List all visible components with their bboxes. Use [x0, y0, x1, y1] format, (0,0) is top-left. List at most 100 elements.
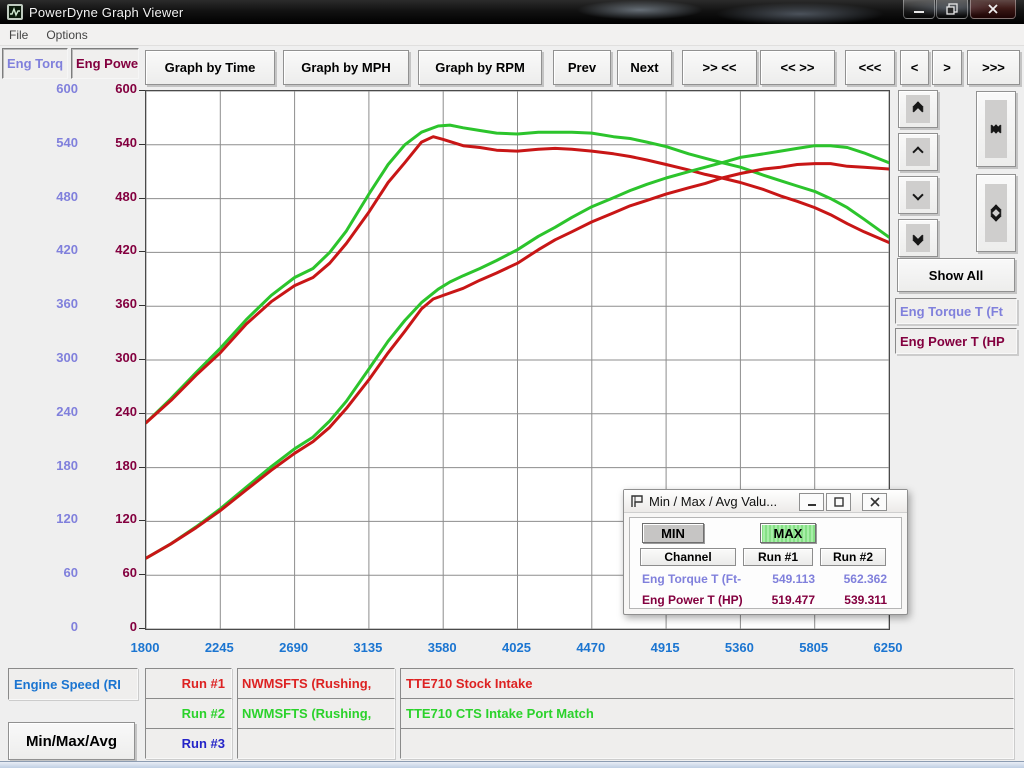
zoom-in-vertical-button[interactable] [976, 91, 1016, 167]
zoom-in-horizontal-button[interactable]: >> << [682, 50, 757, 85]
app-icon [7, 4, 23, 20]
chevron-up-icon [906, 138, 930, 166]
minmax-row-run1-value: 519.477 [735, 593, 815, 607]
minmax-window-icon [630, 494, 645, 508]
zoom-out-vertical-button[interactable] [976, 174, 1016, 252]
torque-axis-tick-label: 60 [18, 565, 78, 580]
menu-options[interactable]: Options [37, 26, 96, 44]
scroll-up-button[interactable] [898, 133, 938, 171]
minmax-close-button[interactable] [862, 493, 887, 511]
minmax-header-run2-label: Run #2 [833, 550, 873, 564]
torque-axis-tick-label: 600 [18, 81, 78, 96]
max-button-label: MAX [774, 526, 803, 541]
minmax-row: Eng Torque T (Ft-549.113562.362 [640, 572, 893, 589]
channel-button-power[interactable]: Eng Powe [71, 48, 139, 79]
rpm-axis-tick-label: 2245 [187, 640, 251, 655]
run-description-field-3 [400, 728, 1014, 759]
x-axis-channel-text: Engine Speed (RI [14, 677, 121, 692]
run-description-field-2: TTE710 CTS Intake Port Match [400, 698, 1014, 729]
graph-by-mph-button[interactable]: Graph by MPH [283, 50, 409, 85]
x-axis-channel-label[interactable]: Engine Speed (RI [8, 668, 138, 700]
run-label-1[interactable]: Run #1 [145, 668, 232, 699]
min-button[interactable]: MIN [642, 523, 704, 543]
graph-by-time-button[interactable]: Graph by Time [145, 50, 275, 85]
show-all-button[interactable]: Show All [897, 258, 1015, 292]
scroll-left-button[interactable]: < [900, 50, 929, 85]
scroll-down-button[interactable] [898, 176, 938, 214]
rpm-axis-tick-label: 1800 [113, 640, 177, 655]
run-description-field-1: TTE710 Stock Intake [400, 668, 1014, 699]
channel-button-power-label: Eng Powe [76, 56, 138, 71]
chevrons-expand-icon [985, 184, 1007, 242]
minmax-maximize-button[interactable] [826, 493, 851, 511]
channel-button-torque[interactable]: Eng Torq [2, 48, 68, 79]
title-bar[interactable]: PowerDyne Graph Viewer [0, 0, 1024, 24]
power-channel-text: Eng Power T (HP [900, 334, 1005, 349]
run-label-3[interactable]: Run #3 [145, 728, 232, 759]
max-button[interactable]: MAX [760, 523, 816, 543]
scroll-far-right-button[interactable]: >>> [967, 50, 1020, 85]
show-all-label: Show All [929, 268, 983, 283]
power-axis-tick-label: 0 [77, 619, 137, 634]
minmax-header-run1[interactable]: Run #1 [743, 548, 813, 566]
power-axis-tick-label: 300 [77, 350, 137, 365]
minmax-row: Eng Power T (HP)519.477539.311 [640, 593, 893, 610]
chevron-triple-up-icon [906, 95, 930, 123]
maximize-button[interactable] [936, 0, 968, 19]
power-channel-label[interactable]: Eng Power T (HP [895, 328, 1017, 354]
torque-axis-tick-label: 240 [18, 404, 78, 419]
next-button[interactable]: Next [617, 50, 672, 85]
torque-axis-tick-label: 120 [18, 511, 78, 526]
chevron-down-icon [912, 189, 923, 200]
rpm-axis-tick-label: 2690 [262, 640, 326, 655]
power-axis-tick-label: 360 [77, 296, 137, 311]
power-axis-tick-label: 120 [77, 511, 137, 526]
torque-channel-label[interactable]: Eng Torque T (Ft [895, 298, 1017, 324]
rpm-axis-tick-label: 5805 [782, 640, 846, 655]
powerdyne-app-window: { "window": { "title": "PowerDyne Graph … [0, 0, 1024, 768]
chevron-down-icon [906, 181, 930, 209]
minmax-header-run2[interactable]: Run #2 [820, 548, 886, 566]
minmax-row-run1-value: 549.113 [735, 572, 815, 586]
power-axis-tick-label: 480 [77, 189, 137, 204]
torque-axis-tick-label: 480 [18, 189, 78, 204]
menu-bar: File Options [0, 24, 1024, 46]
minmax-row-run2-value: 562.362 [817, 572, 887, 586]
minmax-row-channel: Eng Torque T (Ft- [642, 572, 741, 586]
scroll-far-left-button[interactable]: <<< [845, 50, 895, 85]
power-axis-tick-label: 600 [77, 81, 137, 96]
chevron-up-icon [912, 146, 923, 157]
power-axis-tick-label: 60 [77, 565, 137, 580]
rpm-axis-tick-label: 6250 [856, 640, 920, 655]
power-axis-tick-label: 240 [77, 404, 137, 419]
minmax-values-window[interactable]: Min / Max / Avg Valu... MIN MAX Channel … [623, 489, 908, 615]
minmax-header-channel[interactable]: Channel [640, 548, 736, 566]
close-button[interactable] [970, 0, 1016, 19]
minimize-button[interactable] [903, 0, 935, 19]
menu-file[interactable]: File [0, 26, 37, 44]
graph-by-rpm-button[interactable]: Graph by RPM [418, 50, 542, 85]
torque-axis-tick-label: 540 [18, 135, 78, 150]
run-name-field-2: NWMSFTS (Rushing, [237, 698, 395, 729]
minmax-row-channel: Eng Power T (HP) [642, 593, 743, 607]
rpm-axis-tick-label: 3135 [336, 640, 400, 655]
minmax-header-channel-label: Channel [664, 550, 711, 564]
torque-channel-text: Eng Torque T (Ft [900, 304, 1003, 319]
minmax-minimize-button[interactable] [799, 493, 824, 511]
minmax-window-body: MIN MAX Channel Run #1 Run #2 Eng Torque… [629, 517, 902, 609]
zoom-out-horizontal-button[interactable]: << >> [760, 50, 835, 85]
prev-button[interactable]: Prev [553, 50, 611, 85]
scroll-right-button[interactable]: > [932, 50, 962, 85]
run-label-2[interactable]: Run #2 [145, 698, 232, 729]
minmax-window-title: Min / Max / Avg Valu... [649, 494, 777, 509]
power-axis-tick-label: 180 [77, 458, 137, 473]
rpm-axis-tick-label: 3580 [410, 640, 474, 655]
minmaxavg-button-label: Min/Max/Avg [26, 733, 117, 750]
run-name-field-3 [237, 728, 395, 759]
scroll-up-fast-button[interactable] [898, 90, 938, 128]
power-axis-tick-label: 420 [77, 242, 137, 257]
scroll-down-fast-button[interactable] [898, 219, 938, 257]
minmaxavg-button[interactable]: Min/Max/Avg [8, 722, 135, 760]
rpm-axis-tick-label: 5360 [707, 640, 771, 655]
minmax-window-titlebar[interactable]: Min / Max / Avg Valu... [624, 490, 907, 513]
